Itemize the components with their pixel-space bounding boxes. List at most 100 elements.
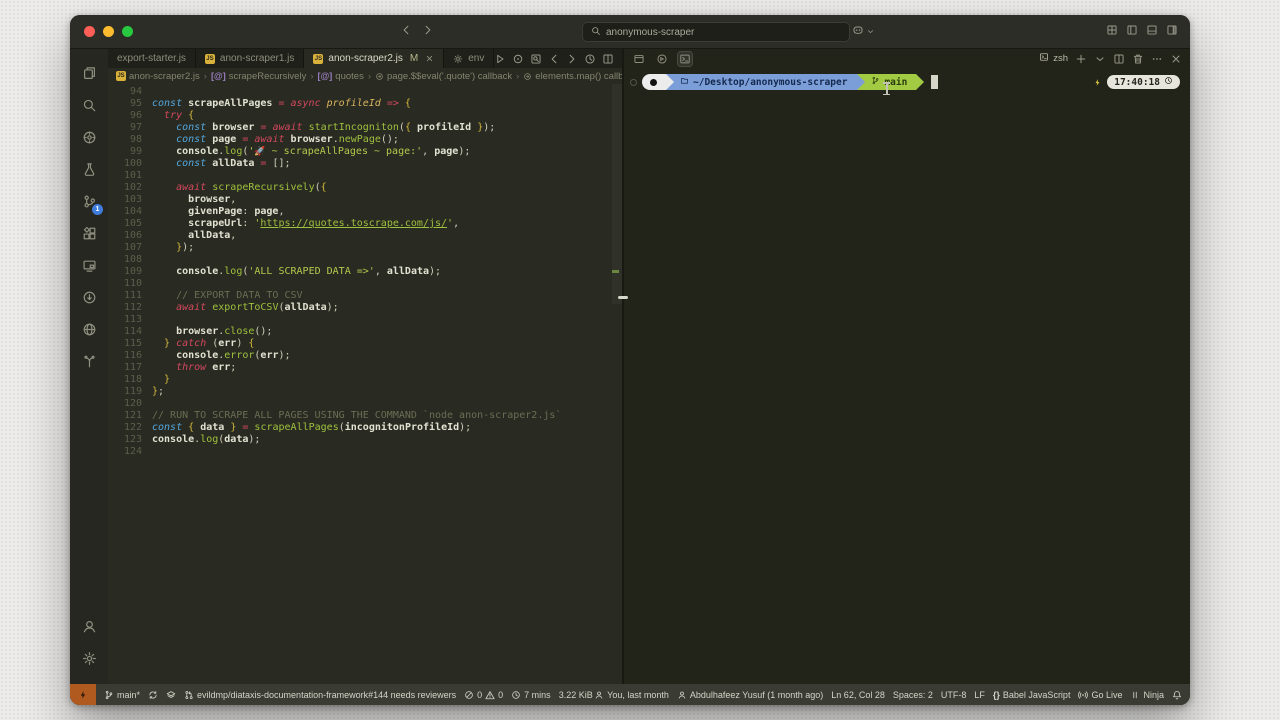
circle-arrow-icon bbox=[82, 290, 97, 305]
splitter-handle[interactable] bbox=[618, 296, 628, 299]
activity-accounts[interactable] bbox=[70, 610, 108, 642]
braces-icon: {} bbox=[993, 690, 1000, 700]
layout-controls bbox=[1106, 23, 1178, 41]
tab-anon-scraper1-js[interactable]: JSanon-scraper1.js bbox=[196, 49, 304, 68]
breadcrumb[interactable]: JSanon-scraper2.js›[@]scrapeRecursively›… bbox=[108, 68, 622, 84]
status-notifications[interactable] bbox=[1172, 690, 1182, 700]
timeline-button[interactable] bbox=[584, 53, 596, 65]
callback-icon bbox=[523, 72, 532, 81]
prompt-bullet-icon bbox=[630, 79, 637, 86]
breadcrumb-item[interactable]: [@]scrapeRecursively bbox=[211, 71, 306, 82]
status-problems[interactable]: 00 bbox=[464, 690, 503, 700]
nav-forward-button[interactable] bbox=[422, 23, 434, 41]
status-go-live[interactable]: Go Live bbox=[1078, 690, 1122, 700]
vscode-window: anonymous-scraper 1 export-starter.js JSa… bbox=[70, 15, 1190, 705]
terminal-view-button[interactable] bbox=[678, 52, 692, 66]
tab-anon-scraper2-js[interactable]: JSanon-scraper2.jsM bbox=[304, 49, 444, 68]
tab-export-starter-js[interactable]: export-starter.js bbox=[108, 49, 196, 68]
activity-settings[interactable] bbox=[70, 642, 108, 674]
status-time-tracker[interactable]: 7 mins bbox=[511, 690, 551, 700]
activity-source-control[interactable]: 1 bbox=[70, 185, 108, 217]
layout-grid-button[interactable] bbox=[1106, 23, 1118, 41]
layout-bottom-button[interactable] bbox=[1146, 23, 1158, 41]
line-number: 120 bbox=[108, 398, 152, 410]
overview-ruler-mark bbox=[612, 270, 619, 273]
layers-icon bbox=[166, 690, 176, 700]
breadcrumb-item[interactable]: [@]quotes bbox=[318, 71, 364, 82]
terminal-profile-dropdown[interactable] bbox=[1094, 53, 1106, 65]
search-icon bbox=[591, 26, 601, 39]
terminal-content[interactable]: ~/Desktop/anonymous-scraper main 17:40:1… bbox=[624, 68, 1190, 684]
split-editor-button[interactable] bbox=[602, 53, 614, 65]
activity-explorer[interactable] bbox=[70, 57, 108, 89]
code-line: 114 browser.close(); bbox=[108, 326, 622, 338]
status-file-size[interactable]: 3.22 KiB bbox=[559, 690, 593, 700]
forward-button[interactable] bbox=[566, 53, 578, 65]
debug-console-view-button[interactable] bbox=[655, 52, 669, 66]
close-panel-button[interactable] bbox=[1170, 53, 1182, 65]
status-git-author[interactable]: Abdulhafeez Yusuf (1 month ago) bbox=[677, 690, 823, 700]
activity-remote-explorer[interactable] bbox=[70, 249, 108, 281]
close-tab-button[interactable] bbox=[425, 54, 434, 63]
live-preview-button[interactable] bbox=[512, 53, 524, 65]
globe-icon bbox=[82, 322, 97, 337]
status-eol-sequence[interactable]: LF bbox=[974, 690, 985, 700]
activity-docker[interactable] bbox=[70, 313, 108, 345]
kill-terminal-button[interactable] bbox=[1132, 53, 1144, 65]
breadcrumb-item[interactable]: JSanon-scraper2.js bbox=[116, 71, 200, 82]
split-terminal-button[interactable] bbox=[1113, 53, 1125, 65]
breadcrumb-item[interactable]: page.$$eval('.quote') callback bbox=[375, 71, 512, 82]
beaker-icon bbox=[82, 162, 97, 177]
javascript-file-icon: JS bbox=[116, 71, 126, 81]
code-line: 124 bbox=[108, 446, 622, 458]
minimize-window-button[interactable] bbox=[103, 26, 114, 37]
breadcrumb-item[interactable]: elements.map() callback bbox=[523, 71, 622, 82]
terminal-panel: zsh ~/Desktop/anonymous-scraper bbox=[624, 49, 1190, 684]
status-indentation[interactable]: Spaces: 2 bbox=[893, 690, 933, 700]
status-encoding[interactable]: UTF-8 bbox=[941, 690, 967, 700]
status-remote-indicator[interactable] bbox=[70, 684, 96, 705]
terminal-more-actions[interactable] bbox=[1151, 53, 1163, 65]
branch-icon bbox=[871, 76, 880, 85]
status-publish[interactable] bbox=[166, 690, 176, 700]
chevron-down-icon bbox=[866, 27, 875, 36]
split-icon bbox=[602, 53, 614, 65]
search-editor-button[interactable] bbox=[530, 53, 542, 65]
back-button[interactable] bbox=[548, 53, 560, 65]
run-file-button[interactable] bbox=[494, 53, 506, 65]
layout-bottom-icon bbox=[1146, 24, 1158, 36]
activity-live-share[interactable] bbox=[70, 281, 108, 313]
activity-testing[interactable] bbox=[70, 153, 108, 185]
copilot-menu[interactable] bbox=[852, 23, 875, 41]
status-sync-status[interactable] bbox=[148, 690, 158, 700]
modified-indicator: M bbox=[410, 53, 418, 64]
activity-settings-sync[interactable] bbox=[70, 121, 108, 153]
layout-left-button[interactable] bbox=[1126, 23, 1138, 41]
close-window-button[interactable] bbox=[84, 26, 95, 37]
output-view-button[interactable] bbox=[632, 52, 646, 66]
nav-back-button[interactable] bbox=[400, 23, 412, 41]
new-terminal-button[interactable] bbox=[1075, 53, 1087, 65]
tab-env[interactable]: env bbox=[444, 49, 494, 68]
zoom-window-button[interactable] bbox=[122, 26, 133, 37]
code-line: 94 bbox=[108, 86, 622, 98]
command-center[interactable]: anonymous-scraper bbox=[582, 22, 850, 42]
activity-gitlens[interactable] bbox=[70, 345, 108, 377]
line-number: 100 bbox=[108, 158, 152, 170]
code-editor[interactable]: 9495const scrapeAllPages = async profile… bbox=[108, 84, 622, 684]
layout-right-button[interactable] bbox=[1166, 23, 1178, 41]
tab-label: export-starter.js bbox=[117, 53, 186, 64]
status-language-mode[interactable]: {}Babel JavaScript bbox=[993, 690, 1071, 700]
status-ninja[interactable]: Ninja bbox=[1130, 690, 1164, 700]
status-git-branch[interactable]: main* bbox=[104, 690, 140, 700]
code-line: 120 bbox=[108, 398, 622, 410]
status-gitlens-blame[interactable]: You, last month bbox=[594, 690, 669, 700]
activity-search[interactable] bbox=[70, 89, 108, 121]
status-cursor-position[interactable]: Ln 62, Col 28 bbox=[831, 690, 885, 700]
screen-icon bbox=[82, 258, 97, 273]
line-number: 108 bbox=[108, 254, 152, 266]
status-pull-request-status[interactable]: evildmp/diataxis-documentation-framework… bbox=[184, 690, 456, 700]
activity-extensions[interactable] bbox=[70, 217, 108, 249]
line-number: 105 bbox=[108, 218, 152, 230]
terminal-shell-label[interactable]: zsh bbox=[1039, 52, 1068, 65]
